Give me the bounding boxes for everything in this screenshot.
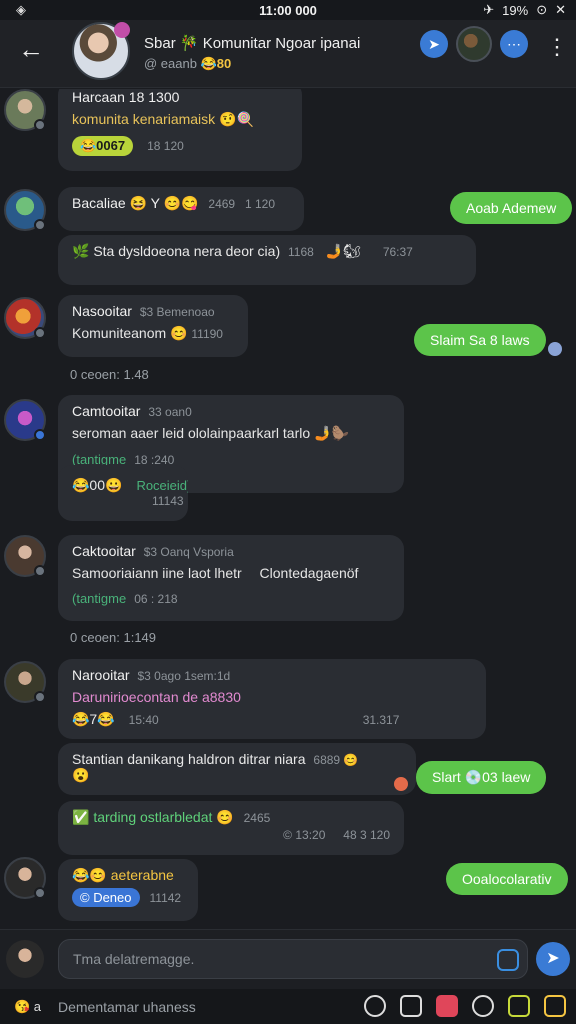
message-time: 11143 [152, 494, 184, 508]
sender-name: Camtooitar [72, 403, 141, 419]
message-time: 31.317 [362, 712, 400, 727]
message-bubble[interactable]: Stantian danikang haldron ditrar niara 6… [58, 743, 416, 795]
message-text: 🌿 Sta dysldoeona nera deor cia) [72, 243, 281, 259]
sender-name: 😂😊 aeterabne [72, 867, 174, 883]
close-icon[interactable]: ✕ [555, 2, 566, 18]
avatar[interactable] [4, 89, 46, 131]
avatar[interactable] [4, 661, 46, 703]
tag-label[interactable]: Roceieid) [136, 478, 188, 493]
composer: ➤ [0, 929, 576, 989]
document-icon[interactable] [400, 995, 422, 1017]
message-bubble[interactable]: ✅ tarding ostlarbledat 😊 2465 © 13:20 48… [58, 801, 404, 855]
settings-icon: ⊙ [536, 2, 548, 17]
avatar[interactable] [4, 189, 46, 231]
reaction-pill[interactable]: © Deneo [72, 888, 140, 907]
message-text: Samooriaiann iine laot lhetr [72, 565, 242, 581]
sender-name: Narooitar [72, 667, 130, 683]
tag-label[interactable]: (tantigme [72, 591, 126, 606]
system-notice: 0 ceoen: 1:149 [70, 630, 157, 645]
status-bar: ◈ 11:00 000 ✈ 19% ⊙ ✕ [0, 0, 576, 20]
send-button[interactable]: ➤ [536, 942, 570, 976]
badge-icon [114, 22, 130, 38]
reaction-icon [394, 777, 408, 791]
sticker-icon[interactable] [436, 995, 458, 1017]
message-text: komunita kenariamaisk 🤨🍭 [72, 111, 254, 127]
overflow-menu-icon[interactable]: ⋮ [546, 34, 568, 60]
outgoing-message[interactable]: Slart 💿03 laew [416, 761, 547, 794]
attach-icon[interactable] [364, 995, 386, 1017]
avatar[interactable] [4, 857, 46, 899]
outgoing-message[interactable]: Ooalocolarativ [446, 863, 568, 895]
status-right: ✈ 19% ⊙ ✕ [483, 2, 566, 18]
sender-name: Harcaan 18 1300 [72, 89, 180, 105]
emoji-toggle[interactable]: 😘 a [14, 999, 41, 1015]
battery-level: 19% [502, 2, 529, 18]
reaction-pill[interactable]: 😂0067 [72, 136, 134, 156]
navigation-icon[interactable]: ➤ [420, 30, 448, 58]
avatar[interactable] [4, 535, 46, 577]
outgoing-message[interactable]: Slaim Sa 8 laws [414, 324, 546, 356]
message-bubble[interactable]: Narooitar $3 0ago 1sem:1d Darunirioecont… [58, 659, 486, 739]
system-notice: 0 ceoen: 1.48 [70, 367, 149, 382]
emoji-icon[interactable] [544, 995, 566, 1017]
toolbar-tools [364, 995, 566, 1017]
message-bubble[interactable]: Nasooitar $3 Bemenoao Komuniteanom 😊 111… [58, 295, 248, 357]
gif-icon[interactable] [508, 995, 530, 1017]
message-time: 11190 [191, 327, 223, 341]
sender-name: Nasooitar [72, 303, 132, 319]
message-text: ✅ tarding ostlarbledat 😊 [72, 809, 234, 825]
message-emoji: 🤳🐿 [325, 243, 361, 259]
read-receipt-icon [548, 342, 562, 356]
member-avatar[interactable] [456, 26, 492, 62]
members-emoji: 😂80 [200, 56, 232, 71]
group-avatar[interactable] [72, 22, 130, 80]
members-text: @ eaanb [144, 56, 197, 71]
message-time: 76:37 [382, 245, 413, 259]
message-time: 11142 [149, 890, 182, 905]
more-chat-icon[interactable]: ⋯ [500, 30, 528, 58]
message-meta: © 13:20 [283, 828, 326, 842]
toolbar-hint: Dementamar uhaness [58, 999, 196, 1015]
reaction-emojis[interactable]: 😂00😀 [72, 477, 122, 494]
avatar[interactable] [4, 297, 46, 339]
chat-title[interactable]: Sbar 🎋 Komunitar Ngoar ipanai [144, 34, 360, 52]
message-list[interactable]: Harcaan 18 1300 komunita kenariamaisk 🤨🍭… [0, 89, 576, 929]
message-text: Stantian danikang haldron ditrar niara [72, 751, 306, 767]
chat-subtitle: @ eaanb 😂80 [144, 56, 231, 72]
sender-name: Bacaliae 😆 Y 😊😋 [72, 195, 199, 211]
timer-icon[interactable] [472, 995, 494, 1017]
message-bubble[interactable]: Caktooitar $3 Oanq Vsporia Samooriaiann … [58, 535, 404, 621]
message-bubble[interactable]: 😂😊 aeterabne © Deneo 11142 [58, 859, 198, 921]
bottom-toolbar: 😘 a Dementamar uhaness [0, 989, 576, 1024]
message-text: Komuniteanom 😊 [72, 325, 188, 341]
message-time: 48 3 120 [343, 828, 390, 842]
message-bubble[interactable]: Bacaliae 😆 Y 😊😋 2469 1 120 [58, 187, 304, 231]
back-arrow-icon[interactable]: ← [18, 34, 44, 65]
message-input[interactable] [73, 940, 493, 978]
chat-header: ← Sbar 🎋 Komunitar Ngoar ipanai @ eaanb … [0, 20, 576, 88]
message-field[interactable] [58, 939, 528, 979]
airplane-icon: ✈ [483, 2, 495, 17]
message-text: seroman aaer leid ololainpaarkarl tarlo … [72, 425, 349, 441]
message-emoji: 😮 [72, 767, 90, 783]
message-bubble[interactable]: 🌿 Sta dysldoeona nera deor cia) 1168 🤳🐿 … [58, 235, 476, 285]
message-time: 18 120 [147, 139, 184, 153]
my-avatar[interactable] [6, 940, 44, 978]
message-bubble[interactable]: 😂00😀 Roceieid) 11143 [58, 465, 188, 521]
avatar[interactable] [4, 399, 46, 441]
reaction-emojis[interactable]: 😂7😂 [72, 711, 115, 728]
message-bubble[interactable]: Harcaan 18 1300 komunita kenariamaisk 🤨🍭… [58, 89, 302, 171]
shield-icon[interactable] [497, 949, 519, 971]
outgoing-message[interactable]: Aoab Ademew [450, 192, 573, 224]
sender-name: Caktooitar [72, 543, 136, 559]
message-text: Darunirioecontan de a8830 [72, 689, 241, 705]
